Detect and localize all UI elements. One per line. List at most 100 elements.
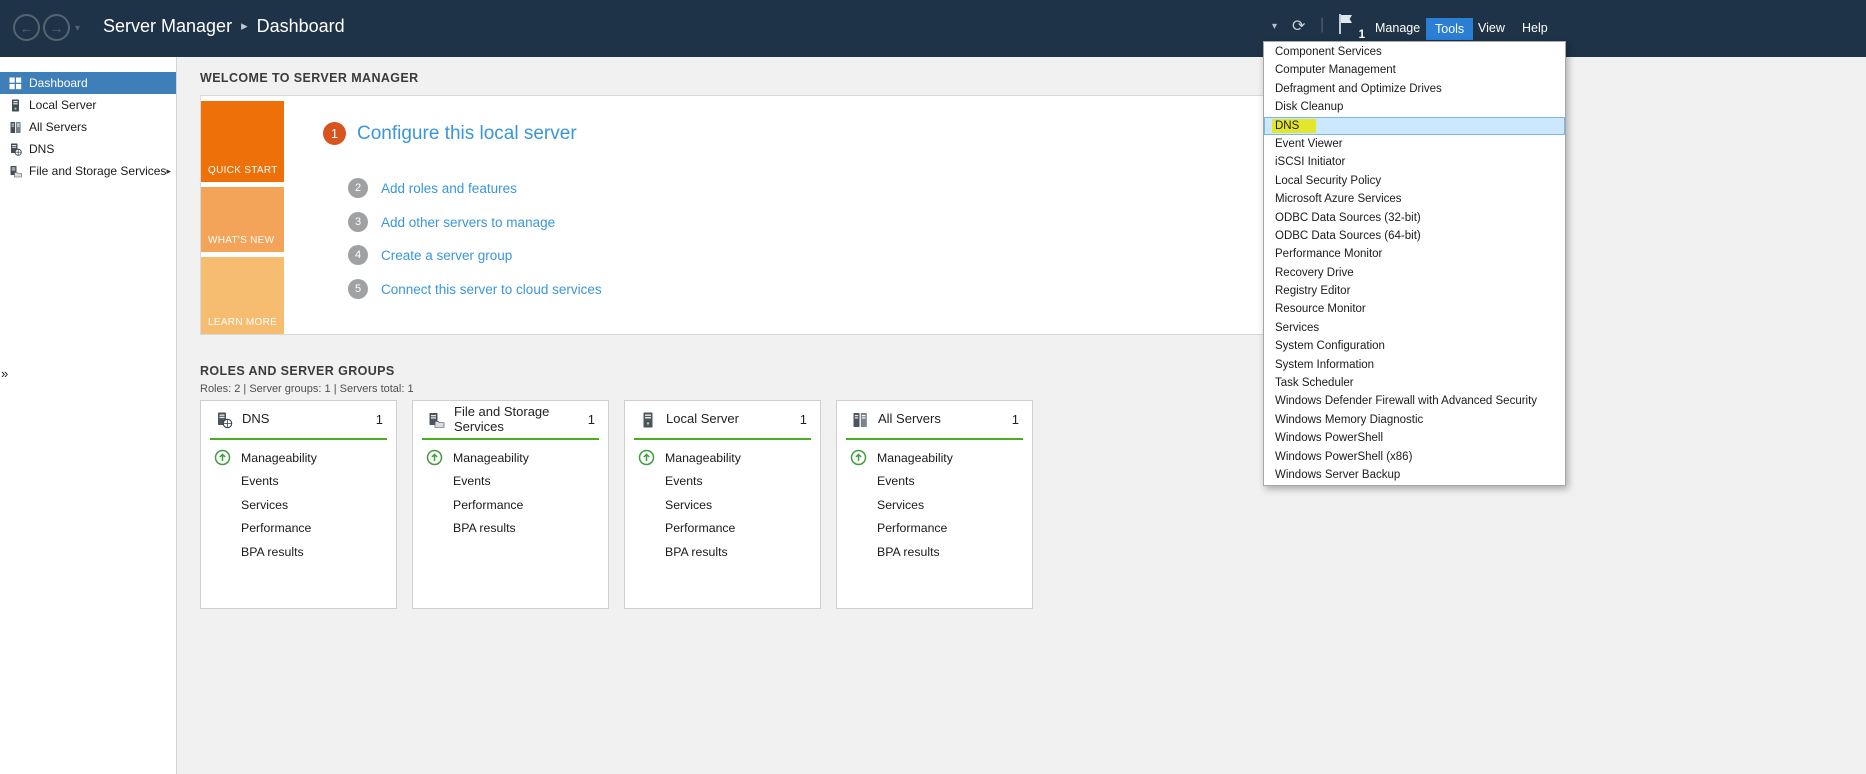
tile-row-performance[interactable]: Performance — [413, 493, 608, 517]
tools-menu-item[interactable]: iSCSI Initiator — [1264, 153, 1565, 171]
manageability-status-icon — [850, 449, 867, 466]
server-manager-window: ← → ▾ Server Manager ▸ Dashboard ▾ ⟳ | 1 M… — [0, 0, 1866, 774]
step-number-badge: 5 — [348, 279, 368, 299]
tile-header: Local Server 1 — [625, 401, 820, 438]
tools-menu-item[interactable]: Windows Server Backup — [1264, 466, 1565, 484]
file-storage-icon — [429, 412, 445, 428]
tile-title[interactable]: DNS — [242, 411, 376, 427]
tile-row-performance[interactable]: Performance — [837, 517, 1032, 541]
tools-menu-item[interactable]: Windows Defender Firewall with Advanced … — [1264, 392, 1565, 410]
notification-count-badge: 1 — [1358, 29, 1365, 41]
tools-menu-item[interactable]: System Information — [1264, 356, 1565, 374]
forward-button[interactable]: → — [43, 14, 70, 41]
sidebar-item-label: File and Storage Services — [29, 164, 167, 178]
menu-item-help[interactable]: Help — [1522, 21, 1548, 35]
tile-row-bpa[interactable]: BPA results — [201, 540, 396, 564]
menu-item-tools[interactable]: Tools — [1426, 18, 1474, 40]
sidebar-collapse-button[interactable]: » — [1, 366, 8, 381]
tile-row-label: Events — [877, 474, 915, 489]
tile-row-label: Performance — [665, 521, 736, 536]
learn-more-tab[interactable]: LEARN MORE — [201, 257, 284, 334]
back-button[interactable]: ← — [13, 14, 40, 41]
tile-row-performance[interactable]: Performance — [201, 517, 396, 541]
sidebar-item-label: All Servers — [29, 120, 88, 134]
roles-tiles: DNS 1 Manageability Events Services Perf… — [200, 400, 1033, 609]
role-tile-local-server: Local Server 1 Manageability Events Serv… — [624, 400, 821, 609]
tile-row-services[interactable]: Services — [837, 493, 1032, 517]
sidebar-item-local-server[interactable]: Local Server — [0, 94, 176, 116]
tools-menu-item[interactable]: Recovery Drive — [1264, 264, 1565, 282]
sidebar-item-file-storage[interactable]: File and Storage Services ▸ — [0, 160, 176, 182]
expand-arrow-icon[interactable]: ▸ — [166, 166, 171, 177]
tools-menu-item[interactable]: Defragment and Optimize Drives — [1264, 80, 1565, 98]
sidebar-item-all-servers[interactable]: All Servers — [0, 116, 176, 138]
tools-menu-item[interactable]: Windows Memory Diagnostic — [1264, 411, 1565, 429]
tile-row-performance[interactable]: Performance — [625, 517, 820, 541]
menu-item-view[interactable]: View — [1478, 21, 1505, 35]
tools-menu-item[interactable]: Component Services — [1264, 43, 1565, 61]
tools-menu-item[interactable]: Local Security Policy — [1264, 172, 1565, 190]
tools-menu-item-label: Windows PowerShell — [1275, 432, 1384, 445]
tile-row-services[interactable]: Services — [201, 493, 396, 517]
tools-menu-item[interactable]: Task Scheduler — [1264, 374, 1565, 392]
nav-history-caret-icon[interactable]: ▾ — [75, 23, 80, 34]
sidebar: Dashboard Local Server All Servers DNS F… — [0, 57, 177, 774]
tile-row-manageability[interactable]: Manageability — [413, 446, 608, 470]
tools-menu-item[interactable]: Event Viewer — [1264, 135, 1565, 153]
tile-title[interactable]: All Servers — [878, 411, 1012, 427]
tile-row-bpa[interactable]: BPA results — [413, 517, 608, 541]
tile-row-bpa[interactable]: BPA results — [837, 540, 1032, 564]
learn-more-label: LEARN MORE — [208, 317, 278, 328]
tile-title[interactable]: Local Server — [666, 411, 800, 427]
menu-item-manage[interactable]: Manage — [1375, 21, 1420, 35]
tools-menu-item[interactable]: Windows PowerShell (x86) — [1264, 448, 1565, 466]
tile-row-bpa[interactable]: BPA results — [625, 540, 820, 564]
notification-flag-button[interactable]: 1 — [1337, 12, 1365, 44]
tools-menu-item[interactable]: Registry Editor — [1264, 282, 1565, 300]
connect-cloud-services-link[interactable]: Connect this server to cloud services — [381, 282, 602, 297]
tools-menu-item[interactable]: Windows PowerShell — [1264, 429, 1565, 447]
tools-menu-item-label: Local Security Policy — [1275, 174, 1382, 187]
tools-menu-item-label: iSCSI Initiator — [1275, 156, 1346, 169]
tools-menu-item-dns[interactable]: DNS — [1264, 116, 1565, 135]
tile-row-events[interactable]: Events — [201, 470, 396, 494]
add-other-servers-link[interactable]: Add other servers to manage — [381, 215, 555, 230]
tile-row-manageability[interactable]: Manageability — [625, 446, 820, 470]
create-server-group-link[interactable]: Create a server group — [381, 248, 512, 263]
notifications-caret-icon[interactable]: ▾ — [1272, 21, 1277, 32]
tools-menu-item[interactable]: Performance Monitor — [1264, 245, 1565, 263]
refresh-button[interactable]: ⟳ — [1292, 16, 1305, 36]
add-roles-features-link[interactable]: Add roles and features — [381, 181, 517, 196]
tools-menu-item[interactable]: Resource Monitor — [1264, 300, 1565, 318]
all-servers-icon — [853, 412, 867, 427]
tools-menu-item[interactable]: Microsoft Azure Services — [1264, 190, 1565, 208]
tools-menu-item-label: ODBC Data Sources (32-bit) — [1275, 211, 1421, 224]
tile-row-manageability[interactable]: Manageability — [201, 446, 396, 470]
whats-new-tab[interactable]: WHAT'S NEW — [201, 187, 284, 252]
tools-menu-item[interactable]: Computer Management — [1264, 61, 1565, 79]
tile-row-manageability[interactable]: Manageability — [837, 446, 1032, 470]
tile-row-label: Services — [665, 497, 713, 512]
step-connect-cloud: 5 Connect this server to cloud services — [348, 279, 602, 299]
step-add-servers: 3 Add other servers to manage — [348, 212, 555, 232]
tile-accent-line — [422, 438, 599, 440]
quick-start-tab[interactable]: QUICK START — [201, 101, 284, 182]
tools-menu-item[interactable]: System Configuration — [1264, 337, 1565, 355]
tile-row-services[interactable]: Services — [625, 493, 820, 517]
tools-menu-item[interactable]: ODBC Data Sources (32-bit) — [1264, 209, 1565, 227]
sidebar-item-dashboard[interactable]: Dashboard — [0, 72, 176, 94]
tile-row-label: Services — [241, 497, 289, 512]
tile-row-events[interactable]: Events — [625, 470, 820, 494]
tile-title[interactable]: File and Storage Services — [454, 404, 588, 435]
tools-menu-item-label: Windows Defender Firewall with Advanced … — [1275, 395, 1538, 408]
tile-row-label: Performance — [241, 521, 312, 536]
tools-menu-item[interactable]: ODBC Data Sources (64-bit) — [1264, 227, 1565, 245]
tile-row-events[interactable]: Events — [837, 470, 1032, 494]
step-number-badge: 2 — [348, 178, 368, 198]
tile-rows: Manageability Events Services Performanc… — [201, 446, 396, 564]
tools-menu-item[interactable]: Disk Cleanup — [1264, 98, 1565, 116]
tools-menu-item[interactable]: Services — [1264, 319, 1565, 337]
sidebar-item-dns[interactable]: DNS — [0, 138, 176, 160]
configure-local-server-link[interactable]: Configure this local server — [357, 123, 577, 145]
tile-row-events[interactable]: Events — [413, 470, 608, 494]
